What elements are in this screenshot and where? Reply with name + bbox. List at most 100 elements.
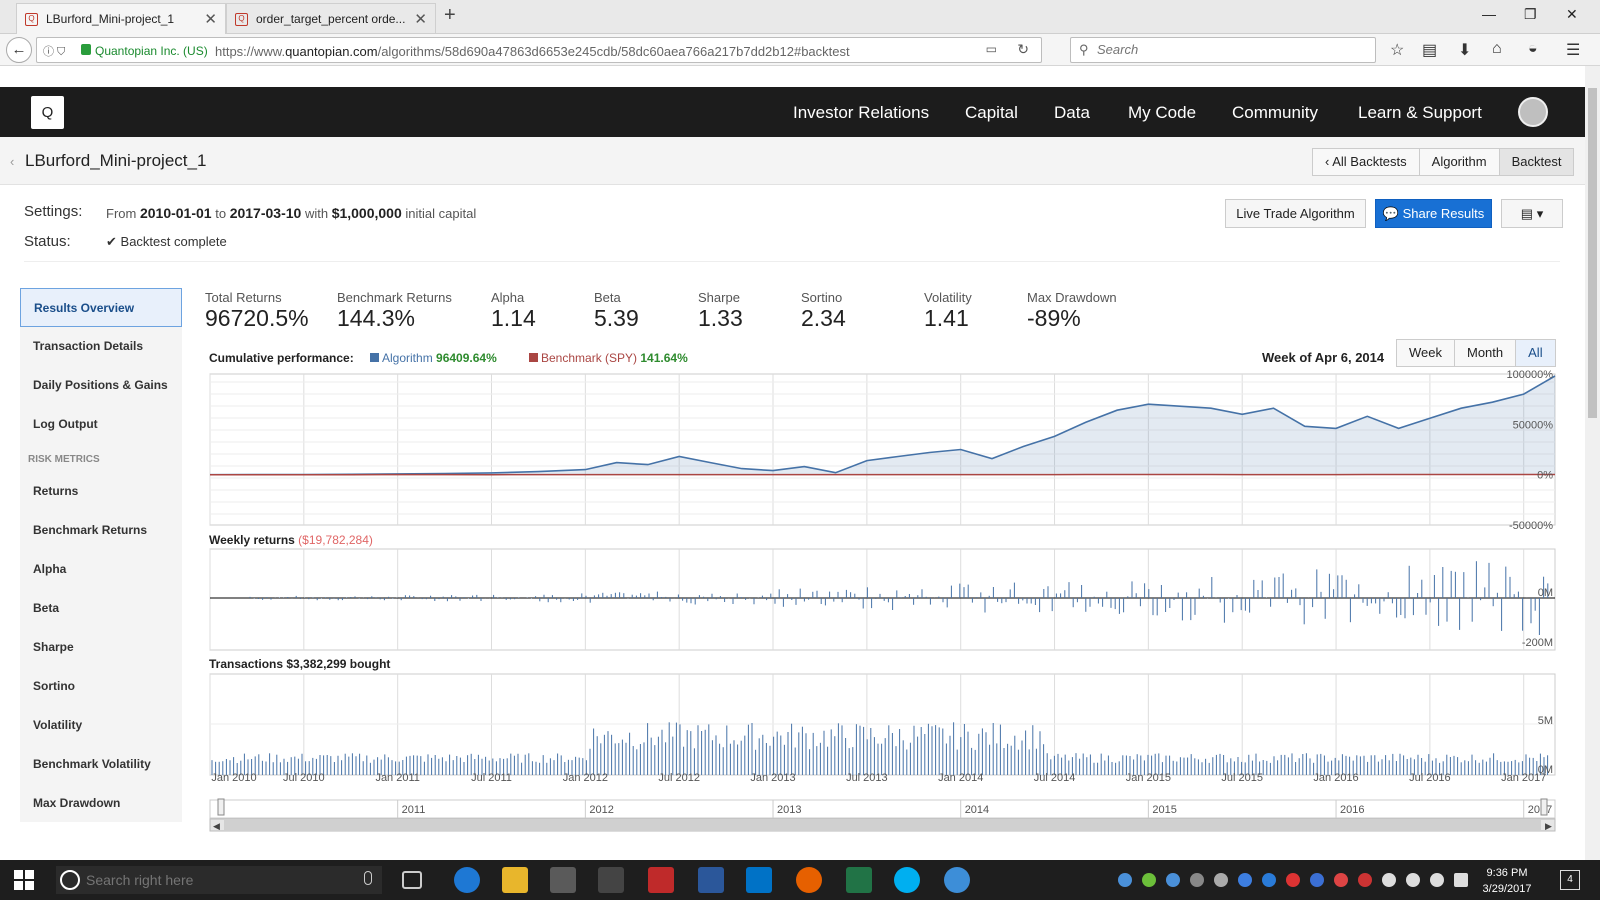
sidebar-item-max-drawdown[interactable]: Max Drawdown [20,784,182,823]
taskbar-clock[interactable]: 9:36 PM 3/29/2017 [1477,865,1537,897]
url-bar[interactable]: ⓘ ⛉ Quantopian Inc. (US) https://www.qua… [36,37,1042,63]
browser-tab-active[interactable]: Q LBurford_Mini-project_1 ✕ [16,3,226,34]
onedrive-icon[interactable] [1214,873,1228,887]
site-identity: Quantopian Inc. (US) [95,44,208,58]
close-icon[interactable]: ✕ [204,10,217,28]
battery-icon[interactable] [1382,873,1396,887]
word-icon[interactable] [698,867,724,893]
sidebar-item-beta[interactable]: Beta [20,589,182,628]
sidebar-item-volatility[interactable]: Volatility [20,706,182,745]
nav-data[interactable]: Data [1054,103,1090,123]
filezilla-icon[interactable] [648,867,674,893]
reload-icon[interactable]: ↻ [1017,41,1029,58]
legend-benchmark[interactable]: Benchmark (SPY) 141.64% [529,351,688,365]
browser-search-box[interactable]: ⚲ [1070,37,1376,63]
page-scrollbar[interactable] [1585,66,1600,860]
tray-icon[interactable] [1286,873,1300,887]
firefox-icon[interactable] [796,867,822,893]
task-view-icon[interactable] [402,871,422,889]
taskbar-search[interactable] [56,866,382,894]
info-icon[interactable]: ⓘ ⛉ [43,43,65,59]
algorithm-tab[interactable]: Algorithm [1420,149,1500,175]
menu-icon[interactable]: ☰ [1566,40,1580,60]
keyboard-icon[interactable] [1454,873,1468,887]
app-icon[interactable] [944,867,970,893]
quantopian-logo[interactable]: Q [31,96,64,129]
url-text[interactable]: https://www.quantopian.com/algorithms/58… [215,44,850,59]
tray-icon[interactable] [1142,873,1156,887]
pocket-icon[interactable]: ◒ [1528,40,1538,58]
tray-icon[interactable] [1166,873,1180,887]
window-close-icon[interactable]: ✕ [1566,6,1578,23]
live-trade-button[interactable]: Live Trade Algorithm [1225,199,1366,228]
tray-icon[interactable] [1310,873,1324,887]
range-week-button[interactable]: Week [1397,340,1455,366]
sidebar-item-log-output[interactable]: Log Output [20,405,182,444]
new-tab-icon[interactable]: + [444,4,456,27]
transactions-bars [211,722,1549,775]
backtest-tab[interactable]: Backtest [1499,149,1574,175]
browser-tab[interactable]: Q order_target_percent orde... ✕ [226,3,436,34]
algorithm-line[interactable] [209,375,1556,476]
edge-icon[interactable] [454,867,480,893]
maximize-icon[interactable]: ❐ [1524,6,1537,23]
reader-view-icon[interactable]: ▭ [986,42,997,56]
sidebar-item-daily-positions[interactable]: Daily Positions & Gains [20,366,182,405]
download-icon[interactable]: ⬇ [1458,40,1471,60]
browser-search-input[interactable] [1097,42,1357,57]
scrollbar-thumb[interactable] [1588,88,1597,418]
reading-list-icon[interactable]: ▤ [1422,40,1437,60]
settings-label: Settings: [24,203,83,220]
microphone-icon[interactable] [364,871,372,885]
share-results-button[interactable]: 💬 Share Results [1375,199,1492,228]
tray-icon[interactable] [1334,873,1348,887]
excel-icon[interactable] [846,867,872,893]
pen-icon[interactable] [598,867,624,893]
tray-icon[interactable] [1190,873,1204,887]
legend-algorithm[interactable]: Algorithm 96409.64% [370,351,497,365]
bookmark-star-icon[interactable]: ☆ [1390,40,1404,60]
y-tick-label: 0% [1537,470,1553,482]
user-avatar[interactable] [1518,97,1548,127]
metric-label: Sharpe [698,290,740,305]
tray-icon[interactable] [1238,873,1252,887]
sidebar-item-sharpe[interactable]: Sharpe [20,628,182,667]
windows-start-icon[interactable] [14,870,34,890]
tray-icon[interactable] [1262,873,1276,887]
tray-icon[interactable] [1118,873,1132,887]
nav-community[interactable]: Community [1232,103,1318,123]
sidebar-item-alpha[interactable]: Alpha [20,550,182,589]
sidebar-item-sortino[interactable]: Sortino [20,667,182,706]
skype-icon[interactable] [894,867,920,893]
outlook-icon[interactable] [746,867,772,893]
layout-dropdown-button[interactable]: ▤ ▾ [1501,199,1563,228]
nav-investor-relations[interactable]: Investor Relations [793,103,929,123]
taskbar-search-input[interactable] [86,872,326,888]
range-all-button[interactable]: All [1516,340,1555,366]
notifications-icon[interactable]: 4 [1560,870,1580,890]
sidebar-item-returns[interactable]: Returns [20,472,182,511]
sidebar-item-results-overview[interactable]: Results Overview [20,288,182,327]
sidebar-item-benchmark-volatility[interactable]: Benchmark Volatility [20,745,182,784]
legend-swatch [529,353,538,362]
back-arrow-icon[interactable]: ← [6,37,32,63]
nav-learn-support[interactable]: Learn & Support [1358,103,1482,123]
wifi-icon[interactable] [1406,873,1420,887]
nav-my-code[interactable]: My Code [1128,103,1196,123]
range-month-button[interactable]: Month [1455,340,1517,366]
tray-icon[interactable] [1358,873,1372,887]
minimize-icon[interactable]: — [1482,6,1496,22]
home-icon[interactable]: ⌂ [1492,40,1502,58]
transactions-label: Transactions $3,382,299 bought [209,657,391,671]
sidebar-item-transaction-details[interactable]: Transaction Details [20,327,182,366]
nav-capital[interactable]: Capital [965,103,1018,123]
metric-label: Alpha [491,290,525,305]
close-icon[interactable]: ✕ [414,10,427,28]
all-backtests-button[interactable]: ‹ All Backtests [1313,149,1420,175]
sidebar-item-benchmark-returns[interactable]: Benchmark Returns [20,511,182,550]
store-icon[interactable] [550,867,576,893]
chevron-left-icon[interactable]: ‹ [10,154,14,169]
volume-icon[interactable] [1430,873,1444,887]
file-explorer-icon[interactable] [502,867,528,893]
date-navigator[interactable]: 2011 2012 2013 2014 2015 2016 2017 ◀ ▶ [209,798,1556,832]
